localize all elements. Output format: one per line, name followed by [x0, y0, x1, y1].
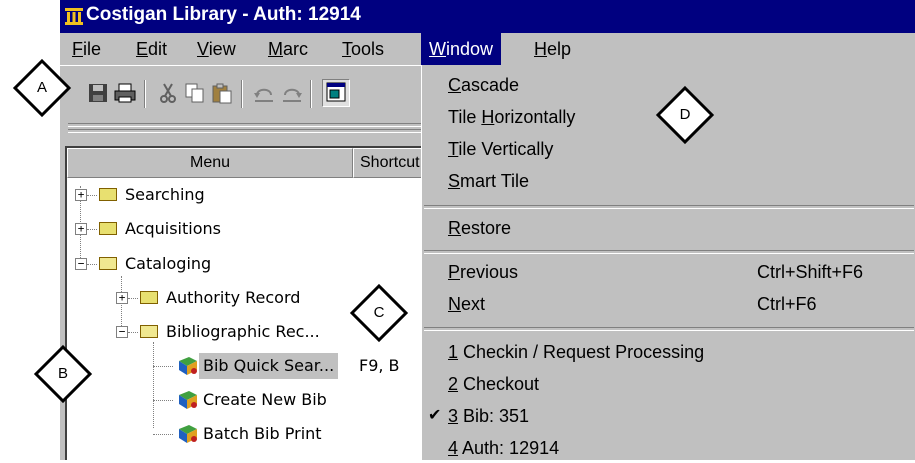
bib-record-icon [179, 425, 197, 443]
callout-b: B [33, 344, 93, 404]
undo-icon[interactable] [252, 81, 276, 105]
tree-node-label: Cataloging [125, 254, 212, 273]
tree-connector [128, 298, 138, 299]
tree-node-searching[interactable]: + Searching [75, 182, 415, 208]
toolbar-separator [241, 80, 243, 108]
tree-connector [128, 332, 138, 333]
menu-separator [424, 250, 914, 254]
callout-a: A [12, 58, 72, 118]
folder-icon [99, 188, 117, 201]
paste-icon[interactable] [210, 81, 234, 105]
menu-separator [424, 327, 914, 331]
menu-item-restore[interactable]: Restore [448, 213, 511, 243]
tree-node-label: Acquisitions [125, 219, 221, 238]
menu-item-window-2[interactable]: 2 Checkout [448, 369, 539, 399]
menu-window[interactable]: Window [421, 33, 502, 65]
collapse-icon[interactable]: − [75, 258, 87, 270]
menu-marc[interactable]: Marc [268, 33, 308, 65]
menu-edit[interactable]: Edit [136, 33, 167, 65]
collapse-icon[interactable]: − [116, 326, 128, 338]
menu-item-next[interactable]: Next [448, 289, 485, 319]
copy-icon[interactable] [183, 81, 207, 105]
tree-node-cataloging[interactable]: − Cataloging [75, 251, 415, 277]
column-header-menu[interactable]: Menu [67, 148, 353, 178]
tree-connector [87, 264, 97, 265]
expand-icon[interactable]: + [75, 223, 87, 235]
menu-help[interactable]: Help [534, 33, 571, 65]
menu-file[interactable]: File [72, 33, 101, 65]
tree-connector [153, 434, 173, 435]
menu-item-tile-horizontally[interactable]: Tile Horizontally [448, 102, 575, 132]
menu-item-window-1[interactable]: 1 Checkin / Request Processing [448, 337, 704, 367]
tree-connector [87, 195, 97, 196]
tree-connector [87, 229, 97, 230]
open-folder-icon [140, 325, 158, 338]
folder-icon [140, 291, 158, 304]
window-title: Costigan Library - Auth: 12914 [86, 4, 361, 25]
bib-record-icon [179, 391, 197, 409]
cut-icon[interactable] [156, 81, 180, 105]
menu-view[interactable]: View [197, 33, 236, 65]
bib-record-icon [179, 357, 197, 375]
menu-item-tile-vertically[interactable]: Tile Vertically [448, 134, 553, 164]
expand-icon[interactable]: + [75, 189, 87, 201]
library-app-icon [65, 8, 83, 25]
tree-connector [153, 366, 173, 367]
menu-item-smart-tile[interactable]: Smart Tile [448, 166, 529, 196]
menu-separator [424, 205, 914, 209]
shortcut-cell: F9, B [359, 356, 400, 375]
tree-node-label: Bib Quick Sear... [199, 353, 339, 379]
checkmark-icon: ✔ [428, 407, 442, 424]
menu-shortcut-next: Ctrl+F6 [757, 294, 817, 314]
window-icon[interactable] [322, 79, 350, 107]
expand-icon[interactable]: + [116, 292, 128, 304]
tree-node-acquisitions[interactable]: + Acquisitions [75, 216, 415, 242]
menu-item-window-3[interactable]: 3 Bib: 351 [448, 401, 529, 431]
tree-node-label: Searching [125, 185, 205, 204]
menu-tools[interactable]: Tools [342, 33, 384, 65]
tree-connector [153, 400, 173, 401]
tree-node-label: Batch Bib Print [203, 424, 322, 443]
toolbar-separator [144, 80, 146, 108]
menu-item-window-4[interactable]: 4 Auth: 12914 [448, 433, 559, 463]
folder-icon [99, 222, 117, 235]
tree-node-create-new-bib[interactable]: Create New Bib [153, 387, 423, 413]
callout-c: C [349, 283, 409, 343]
menu-item-cascade[interactable]: Cascade [448, 70, 519, 100]
tree-node-label: Bibliographic Rec... [166, 322, 320, 341]
menu-bar: File Edit View Marc Tools Window Help [60, 33, 915, 65]
redo-icon[interactable] [280, 81, 304, 105]
tree-node-label: Create New Bib [203, 390, 327, 409]
open-folder-icon [99, 257, 117, 270]
menu-shortcut-previous: Ctrl+Shift+F6 [757, 262, 864, 282]
print-icon[interactable] [113, 81, 137, 105]
save-icon[interactable] [86, 81, 110, 105]
toolbar-separator [310, 80, 312, 108]
callout-d: D [655, 85, 715, 145]
tree-node-batch-bib-print[interactable]: Batch Bib Print [153, 421, 423, 447]
title-bar[interactable]: Costigan Library - Auth: 12914 [60, 0, 915, 33]
menu-item-previous[interactable]: Previous [448, 257, 518, 287]
tree-node-label: Authority Record [166, 288, 301, 307]
